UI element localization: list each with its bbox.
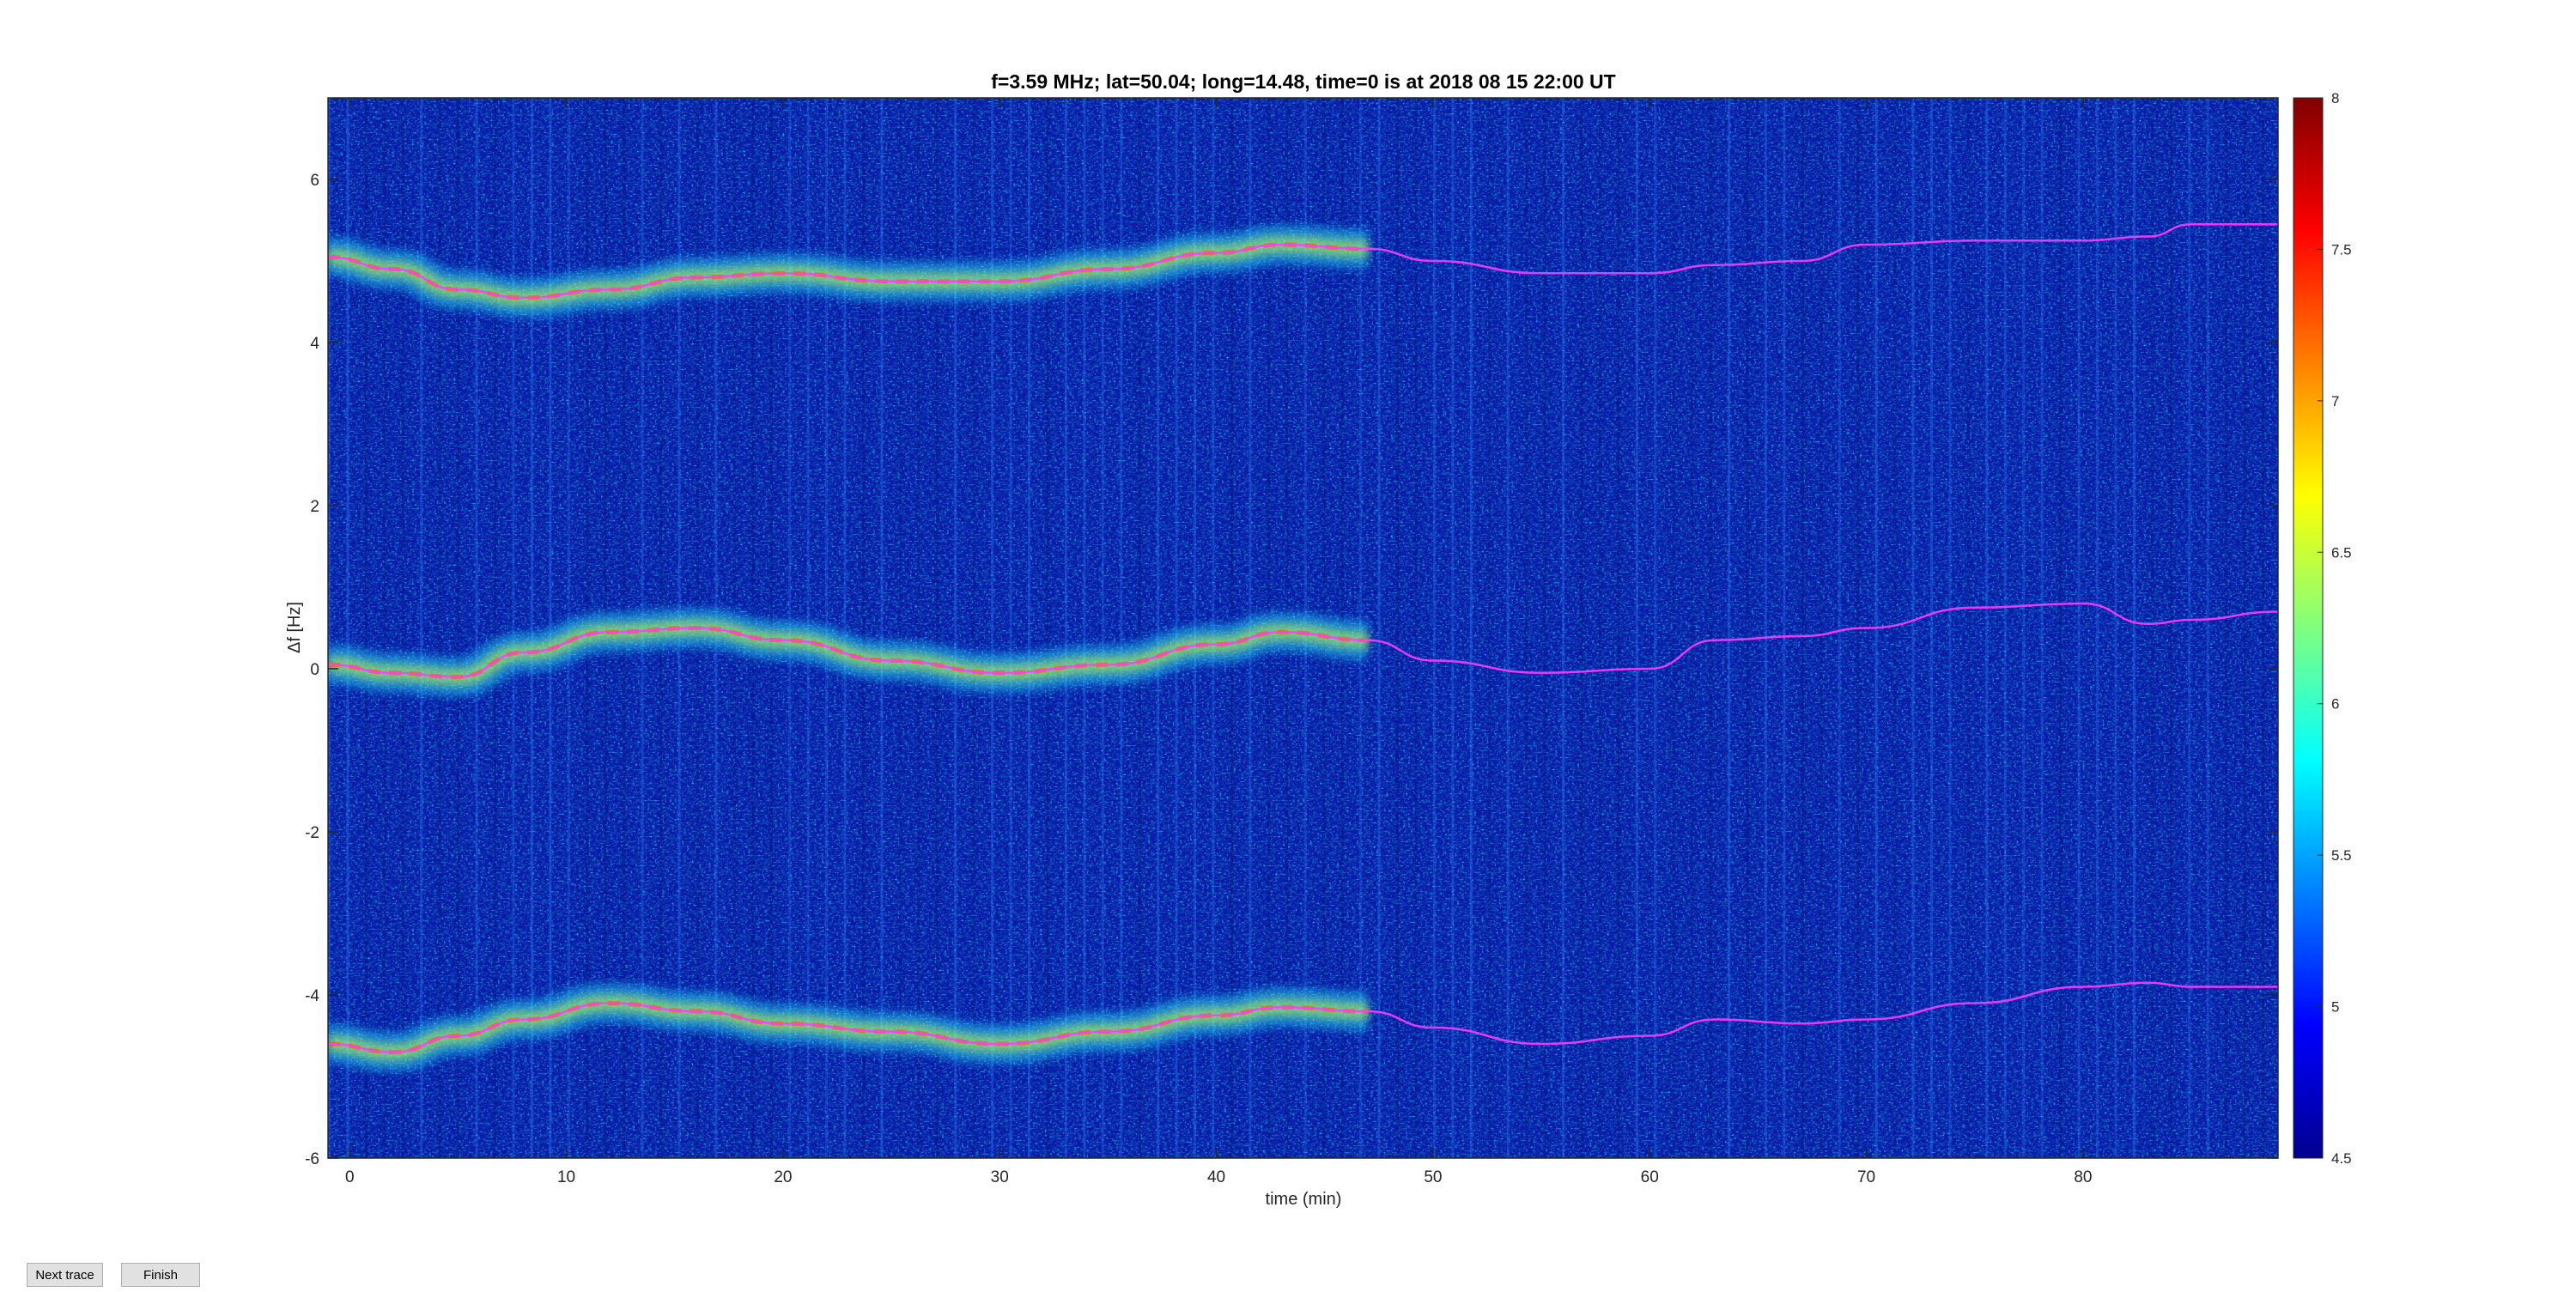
time-stripe	[1635, 98, 1638, 1158]
time-stripe	[2225, 98, 2228, 1158]
time-stripe	[2003, 98, 2007, 1158]
time-stripe	[1728, 98, 1731, 1158]
colorbar-tick-label: 7	[2331, 393, 2339, 409]
x-tick-label: 10	[557, 1168, 575, 1186]
time-stripe	[2059, 98, 2063, 1158]
time-stripe	[1654, 98, 1657, 1158]
time-stripe	[2188, 98, 2191, 1158]
y-tick-label: 0	[310, 661, 319, 679]
time-stripe	[880, 98, 884, 1158]
time-stripe	[1966, 98, 1970, 1158]
time-stripe	[2151, 98, 2154, 1158]
colorbar-tick-label: 5.5	[2331, 847, 2352, 864]
time-stripe	[898, 98, 902, 1158]
x-tick-label: 0	[345, 1168, 355, 1186]
x-axis-label: time (min)	[1266, 1190, 1342, 1209]
time-stripe	[1893, 98, 1897, 1158]
time-stripe	[1838, 98, 1841, 1158]
y-tick-label: -4	[305, 987, 319, 1005]
x-tick-label: 50	[1424, 1168, 1442, 1186]
time-stripe	[2132, 98, 2136, 1158]
time-stripe	[1709, 98, 1712, 1158]
time-stripe	[1911, 98, 1915, 1158]
chart-title: f=3.59 MHz; lat=50.04; long=14.48, time=…	[991, 70, 1615, 93]
time-stripe	[1764, 98, 1767, 1158]
time-stripe	[843, 98, 847, 1158]
time-stripe	[1985, 98, 1989, 1158]
colorbar	[2293, 97, 2324, 1159]
time-stripe	[862, 98, 866, 1158]
y-tick-label: 6	[310, 172, 319, 190]
time-stripe	[530, 98, 533, 1158]
y-tick-label: -6	[305, 1150, 319, 1168]
spectrogram-figure: f=3.59 MHz; lat=50.04; long=14.48, time=…	[285, 70, 2352, 1209]
time-stripe	[2077, 98, 2081, 1158]
time-stripe	[1469, 98, 1473, 1158]
time-stripe	[1948, 98, 1952, 1158]
time-stripe	[1801, 98, 1804, 1158]
finish-button[interactable]: Finish	[121, 1263, 200, 1287]
time-stripe	[1377, 98, 1381, 1158]
colorbar-tick-label: 8	[2331, 90, 2339, 106]
time-stripe	[991, 98, 994, 1158]
time-stripe	[1525, 98, 1528, 1158]
y-axis-label: Δf [Hz]	[285, 602, 304, 653]
x-tick-label: 70	[1857, 1168, 1875, 1186]
colorbar-tick-label: 7.5	[2331, 241, 2352, 258]
time-stripe	[1580, 98, 1583, 1158]
time-stripe	[1009, 98, 1012, 1158]
time-stripe	[1414, 98, 1418, 1158]
x-tick-label: 60	[1641, 1168, 1659, 1186]
time-stripe	[935, 98, 939, 1158]
time-stripe	[1028, 98, 1031, 1158]
x-tick-label: 40	[1207, 1168, 1225, 1186]
plot-area	[328, 98, 2278, 1158]
time-stripe	[2022, 98, 2026, 1158]
colorbar-tick-label: 6.5	[2331, 544, 2352, 561]
x-tick-label: 30	[991, 1168, 1009, 1186]
time-stripe	[1451, 98, 1455, 1158]
time-stripe	[2040, 98, 2044, 1158]
time-stripe	[972, 98, 975, 1158]
time-stripe	[494, 98, 497, 1158]
y-tick-label: 2	[310, 498, 319, 516]
time-stripe	[2114, 98, 2117, 1158]
time-stripe	[1598, 98, 1601, 1158]
time-stripe	[1488, 98, 1492, 1158]
time-stripe	[2262, 98, 2265, 1158]
time-stripe	[1396, 98, 1400, 1158]
time-stripe	[512, 98, 515, 1158]
time-stripe	[1746, 98, 1749, 1158]
next-trace-button[interactable]: Next trace	[27, 1263, 103, 1287]
time-stripe	[457, 98, 460, 1158]
time-stripe	[1617, 98, 1620, 1158]
time-stripe	[2096, 98, 2099, 1158]
time-stripe	[1691, 98, 1694, 1158]
time-stripe	[1506, 98, 1510, 1158]
colorbar-tick-label: 5	[2331, 999, 2339, 1016]
x-tick-label: 20	[774, 1168, 792, 1186]
colorbar-tick-label: 4.5	[2331, 1150, 2352, 1167]
time-stripe	[954, 98, 957, 1158]
time-stripe	[917, 98, 920, 1158]
time-stripe	[438, 98, 441, 1158]
time-stripe	[475, 98, 478, 1158]
y-tick-label: -2	[305, 824, 319, 842]
x-tick-label: 80	[2074, 1168, 2092, 1186]
time-stripe	[1562, 98, 1565, 1158]
time-stripe	[2206, 98, 2209, 1158]
time-stripe	[1543, 98, 1546, 1158]
time-stripe	[1432, 98, 1436, 1158]
colorbar-tick-label: 6	[2331, 696, 2339, 713]
time-stripe	[2243, 98, 2246, 1158]
y-tick-label: 4	[310, 335, 319, 353]
time-stripe	[1672, 98, 1675, 1158]
time-stripe	[1930, 98, 1934, 1158]
time-stripe	[2169, 98, 2172, 1158]
time-stripe	[1783, 98, 1786, 1158]
